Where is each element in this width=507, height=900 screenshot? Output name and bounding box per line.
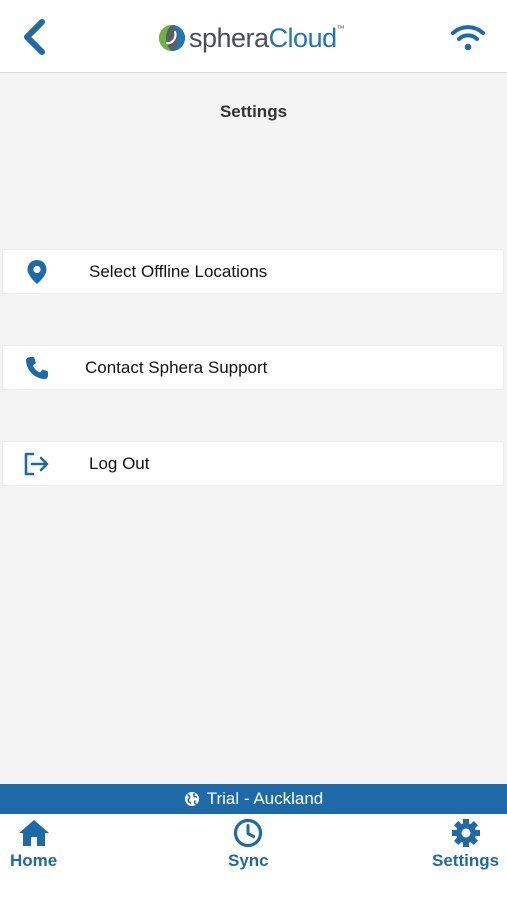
tab-sync[interactable]: Sync xyxy=(228,818,269,871)
log-out-item[interactable]: Log Out xyxy=(2,441,504,486)
home-icon xyxy=(18,820,49,846)
phone-icon xyxy=(23,354,51,382)
tab-home-label: Home xyxy=(10,851,58,870)
connection-status-button[interactable] xyxy=(446,18,490,56)
gear-icon xyxy=(451,819,480,847)
tab-sync-label: Sync xyxy=(228,851,269,870)
chevron-left-icon xyxy=(24,19,45,55)
contact-sphera-support-item[interactable]: Contact Sphera Support xyxy=(2,345,504,390)
environment-status-bar: Trial - Auckland xyxy=(0,784,507,814)
tab-settings[interactable]: Settings xyxy=(432,818,499,871)
logo-trademark: ™ xyxy=(336,24,345,33)
wifi-icon xyxy=(451,25,485,51)
globe-icon xyxy=(184,792,199,806)
clock-icon xyxy=(234,818,263,848)
logout-icon xyxy=(23,450,51,478)
location-pin-icon xyxy=(23,258,51,286)
menu-label-select-offline-locations: Select Offline Locations xyxy=(89,262,268,281)
sphera-cloud-logo: sphera Cloud ™ xyxy=(158,22,345,54)
logo-text-sphera: sphera xyxy=(189,22,269,53)
menu-label-log-out: Log Out xyxy=(89,454,150,473)
select-offline-locations-item[interactable]: Select Offline Locations xyxy=(2,249,504,294)
tab-home[interactable]: Home xyxy=(10,818,57,871)
sphera-logo-mark-icon xyxy=(159,25,185,51)
page-title: Settings xyxy=(219,102,288,121)
back-button[interactable] xyxy=(16,16,52,58)
environment-status-text: Trial - Auckland xyxy=(206,789,324,808)
tab-settings-label: Settings xyxy=(432,851,500,870)
logo-text-cloud: Cloud xyxy=(268,22,338,53)
menu-label-contact-sphera-support: Contact Sphera Support xyxy=(85,358,268,377)
app-header: sphera Cloud ™ xyxy=(0,0,507,73)
bottom-tab-bar: Home Sync Settings xyxy=(0,814,507,900)
